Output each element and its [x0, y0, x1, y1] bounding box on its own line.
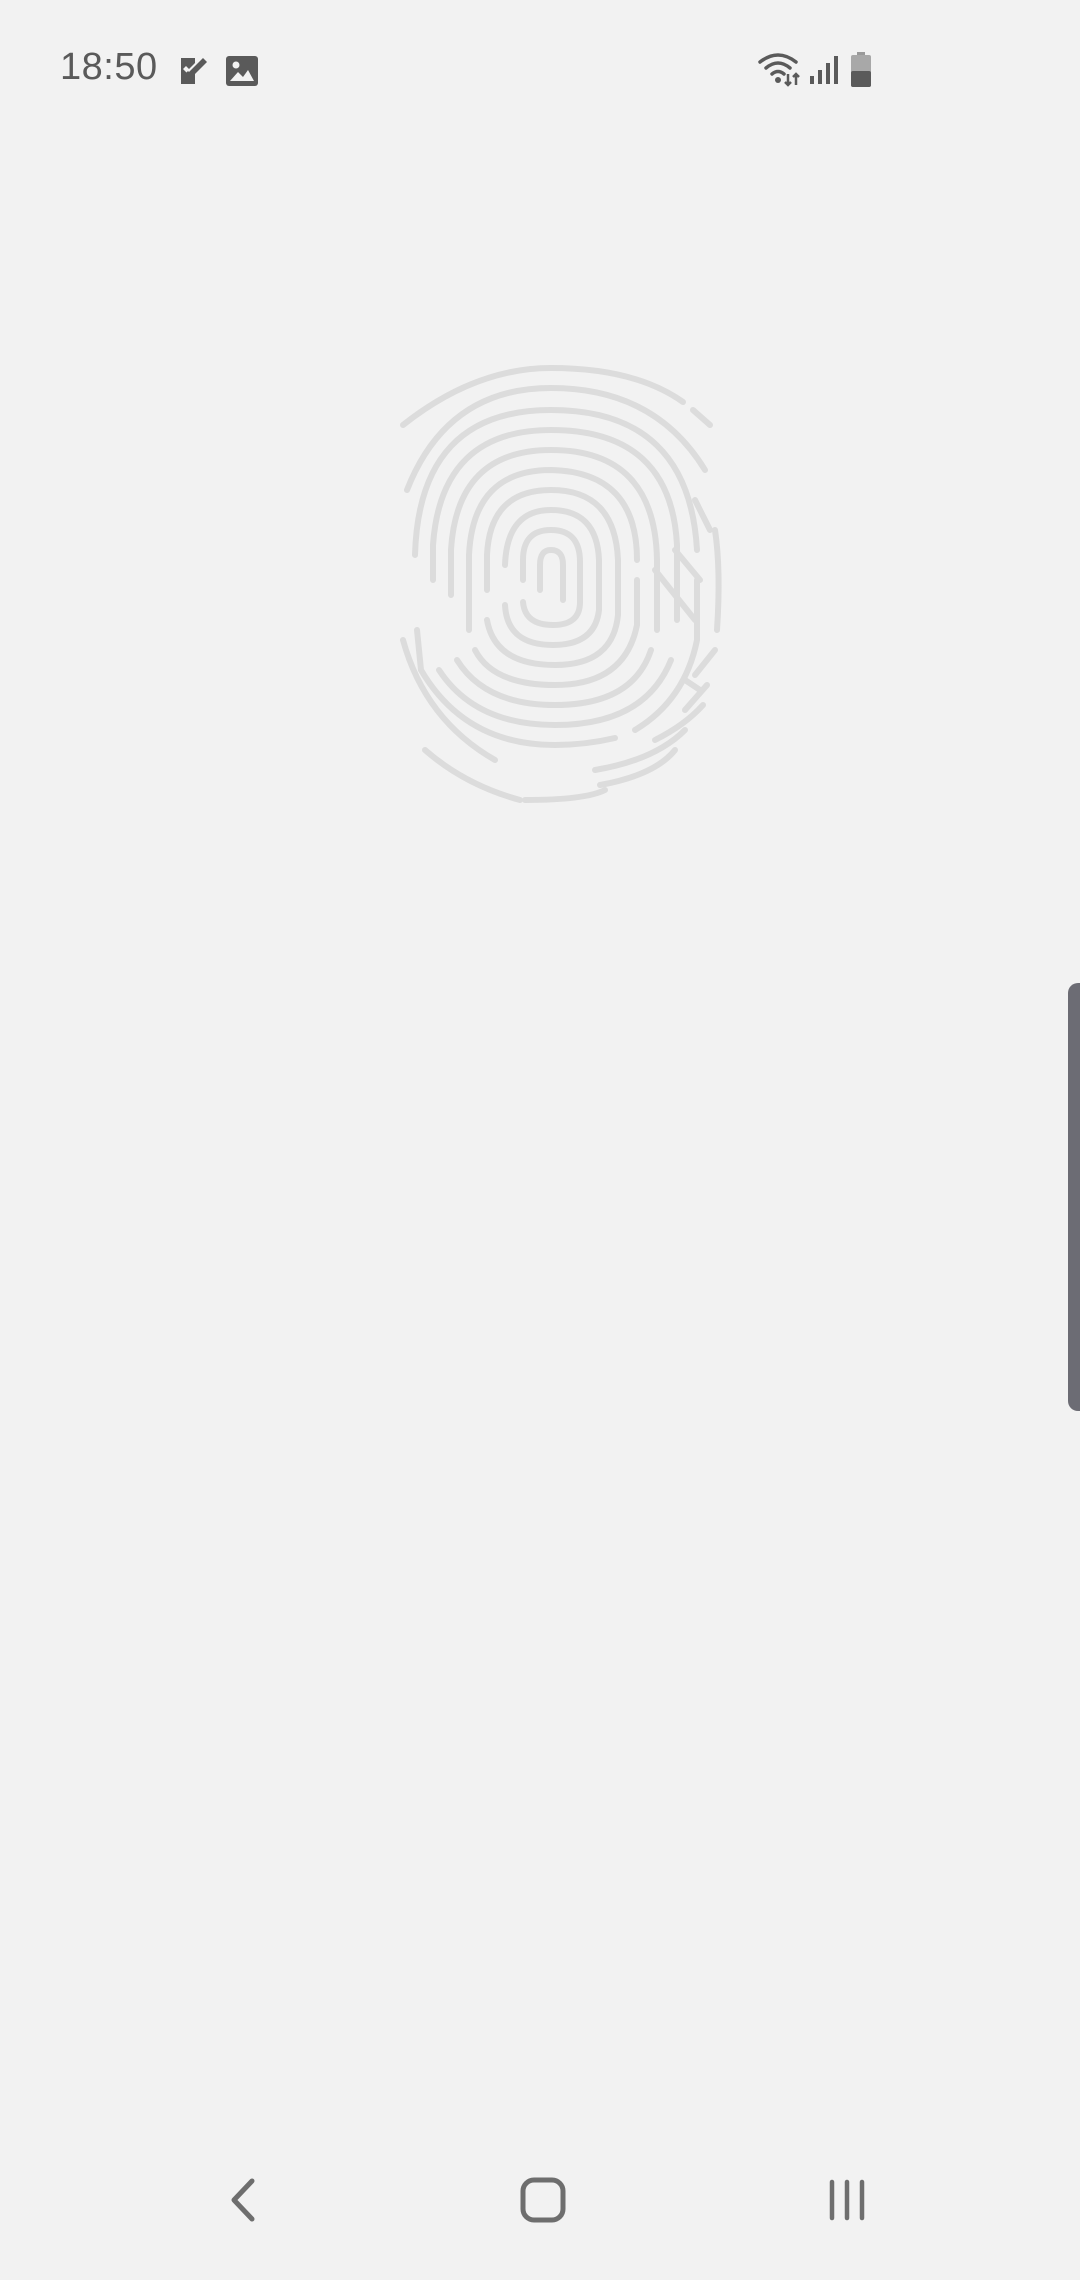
status-bar: 18:50 [0, 0, 1080, 140]
home-icon [520, 2177, 566, 2223]
task-check-icon [181, 58, 207, 84]
fingerprint-icon [400, 364, 722, 803]
status-time: 18:50 [60, 46, 158, 88]
wifi-icon [758, 53, 800, 87]
recents-icon [829, 2179, 865, 2221]
lock-screen: 18:50 [0, 0, 1080, 2280]
navigation-bar [0, 2120, 1080, 2280]
battery-icon [851, 52, 871, 87]
edge-panel-handle[interactable] [1068, 983, 1080, 1411]
back-button[interactable] [192, 2150, 292, 2250]
back-icon [231, 2178, 255, 2222]
cellular-signal-icon [810, 56, 838, 84]
image-gallery-icon [226, 56, 258, 86]
recents-button[interactable] [797, 2150, 897, 2250]
home-button[interactable] [493, 2150, 593, 2250]
